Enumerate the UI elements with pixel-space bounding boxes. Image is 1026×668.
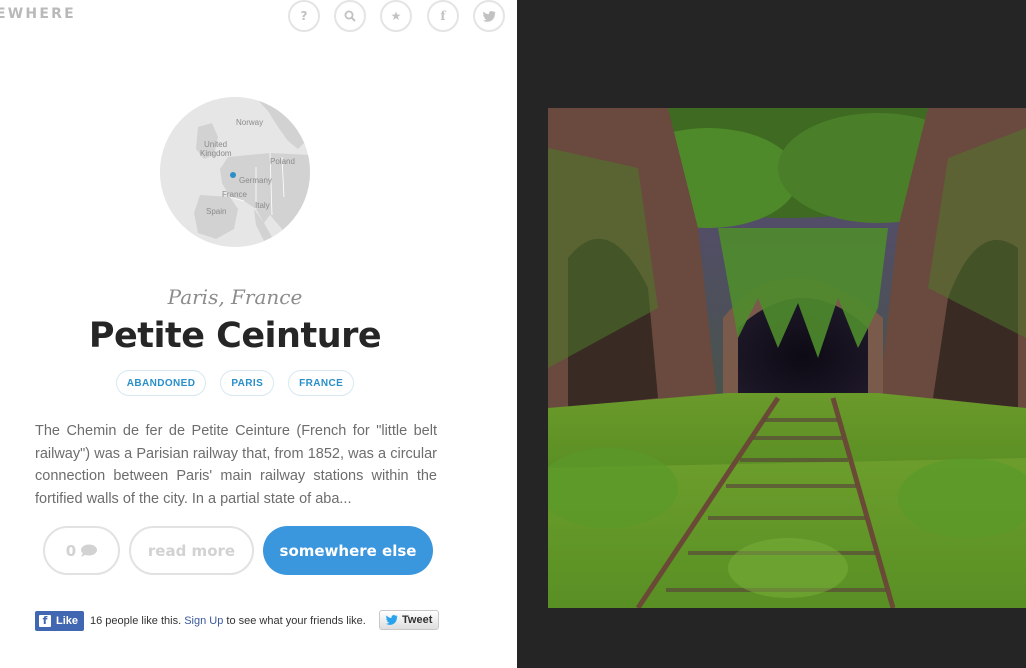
like-count-text: 16 people like this. [90,614,182,627]
comments-button[interactable]: 0 [43,526,120,575]
social-bar: f Like 16 people like this. Sign Up to s… [35,610,440,631]
map-label-united: United [204,140,227,149]
facebook-like-button[interactable]: f Like [35,610,85,631]
facebook-logo-icon: f [39,614,51,627]
map-label-italy: Italy [255,201,270,210]
twitter-button[interactable] [473,0,505,32]
place-description: The Chemin de fer de Petite Ceinture (Fr… [35,423,437,507]
place-photo[interactable] [548,108,1026,608]
info-panel: EWHERE ? ★ f Norway United Kingdom Polan… [0,0,517,668]
like-text-after: to see what your friends like. [226,614,366,627]
somewhere-else-button[interactable]: somewhere else [263,526,433,575]
location-map[interactable]: Norway United Kingdom Poland Germany Fra… [160,97,310,247]
favorites-button[interactable]: ★ [380,0,412,32]
site-logo[interactable]: EWHERE [0,6,76,22]
like-label: Like [56,614,79,627]
location-marker [230,172,236,178]
map-label-kingdom: Kingdom [200,149,232,158]
place-title: Petite Ceinture [88,316,382,356]
twitter-icon [482,10,496,22]
map-label-france: France [222,190,247,199]
tweet-label: Tweet [402,614,433,626]
help-button[interactable]: ? [288,0,320,32]
help-icon: ? [300,9,308,23]
map-label-poland: Poland [270,157,295,166]
location-subtitle: Paris, France [167,285,303,309]
speech-bubble-icon [81,544,98,557]
read-more-button[interactable]: read more [129,526,254,575]
signup-link[interactable]: Sign Up [184,615,223,627]
comment-count: 0 [65,541,77,560]
search-button[interactable] [334,0,366,32]
photo-panel [517,0,1026,668]
tag-abandoned[interactable]: ABANDONED [115,370,207,396]
facebook-button[interactable]: f [427,0,459,32]
star-icon: ★ [390,9,402,23]
map-label-spain: Spain [206,207,226,216]
twitter-bird-icon [386,615,398,625]
tag-paris[interactable]: PARIS [220,370,275,396]
tag-france[interactable]: FRANCE [288,370,355,396]
map-label-germany: Germany [239,176,272,185]
search-icon [344,10,356,22]
facebook-icon: f [440,9,446,23]
map-label-norway: Norway [236,118,263,127]
tweet-button[interactable]: Tweet [379,610,440,630]
tag-list: ABANDONED PARIS FRANCE [0,370,470,396]
